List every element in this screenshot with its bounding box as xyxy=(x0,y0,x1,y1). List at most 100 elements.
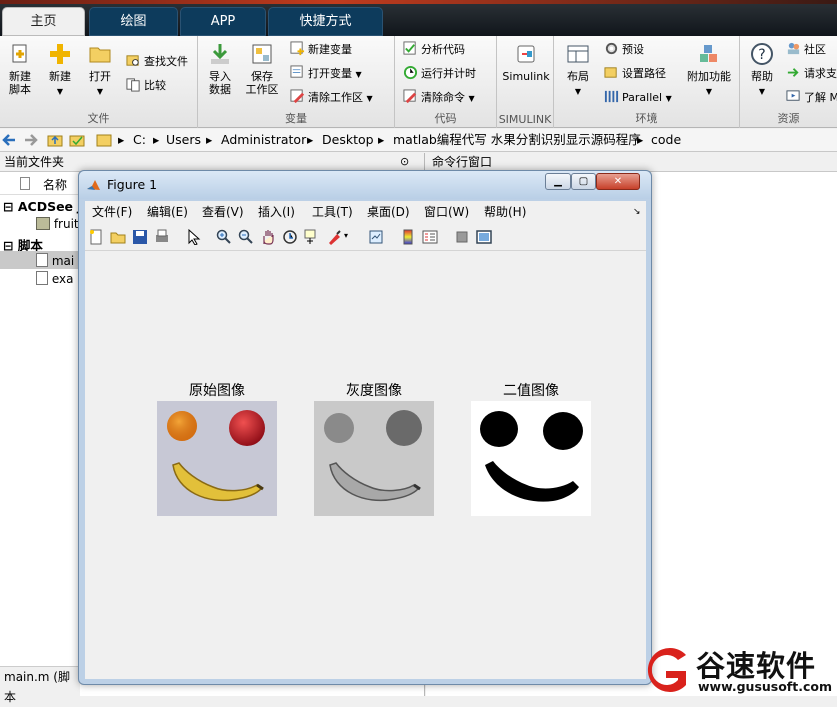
list-item[interactable]: fruit xyxy=(36,217,79,231)
figure-window[interactable]: Figure 1 ▁ ▢ ✕ 文件(F) 编辑(E) 查看(V) 插入(I) 工… xyxy=(78,170,652,685)
simulink-section-label: SIMULINK xyxy=(498,113,552,126)
breadcrumb-item[interactable]: C: xyxy=(133,129,146,151)
add-ons-button[interactable]: 附加功能 ▼ xyxy=(684,42,734,98)
rotate-icon[interactable] xyxy=(282,229,298,245)
list-item[interactable]: mai xyxy=(36,253,74,268)
show-plot-tools-icon[interactable] xyxy=(476,229,492,245)
list-item[interactable]: exa xyxy=(36,271,73,286)
open-file-icon[interactable] xyxy=(110,229,126,245)
folder-icon xyxy=(89,47,111,63)
browse-folder-icon[interactable] xyxy=(69,132,85,148)
open-variable-button[interactable]: 打开变量 ▼ xyxy=(290,64,362,84)
open-button[interactable]: 打开 ▼ xyxy=(80,42,120,98)
analyze-code-button[interactable]: 分析代码 xyxy=(403,40,465,60)
run-and-time-button[interactable]: 运行并计时 xyxy=(403,64,476,84)
parallel-button[interactable]: Parallel ▼ xyxy=(604,88,672,108)
menu-tools[interactable]: 工具(T) xyxy=(312,201,353,223)
chevron-down-icon: ▼ xyxy=(96,87,104,96)
new-variable-button[interactable]: 新建变量 xyxy=(290,40,352,60)
pointer-icon[interactable] xyxy=(186,229,202,245)
maximize-button[interactable]: ▢ xyxy=(571,173,596,190)
menu-edit[interactable]: 编辑(E) xyxy=(147,201,188,223)
menu-dock-icon[interactable]: ↘ xyxy=(633,201,641,223)
back-arrow-icon[interactable] xyxy=(2,133,16,147)
tab-shortcuts[interactable]: 快捷方式 xyxy=(268,7,383,36)
subplot-title-binary: 二值图像 xyxy=(503,383,559,399)
menu-desktop[interactable]: 桌面(D) xyxy=(367,201,410,223)
menu-window[interactable]: 窗口(W) xyxy=(424,201,469,223)
new-script-button[interactable]: 新建 脚本 xyxy=(0,42,40,96)
close-button[interactable]: ✕ xyxy=(596,173,640,190)
import-data-button[interactable]: 导入 数据 xyxy=(200,42,240,96)
colorbar-icon[interactable] xyxy=(400,229,416,245)
new-button[interactable]: 新建 ▼ xyxy=(40,42,80,98)
breadcrumb-separator: ▸ xyxy=(206,132,213,147)
subplot-title-original: 原始图像 xyxy=(189,383,245,399)
figure-title-bar[interactable]: Figure 1 ▁ ▢ ✕ xyxy=(79,171,651,199)
chevron-down-icon: ▼ xyxy=(705,87,713,96)
community-button[interactable]: 社区 xyxy=(786,40,826,60)
link-plot-icon[interactable] xyxy=(368,229,384,245)
pan-icon[interactable] xyxy=(260,229,276,245)
tab-home[interactable]: 主页 xyxy=(2,7,85,36)
data-cursor-icon[interactable] xyxy=(304,229,320,245)
set-path-button[interactable]: 设置路径 xyxy=(604,64,666,84)
compare-button[interactable]: 比较 xyxy=(126,76,166,96)
breadcrumb-item[interactable]: matlab编程代写 水果分割识别显示源码程序 xyxy=(393,129,641,151)
tab-apps[interactable]: APP xyxy=(180,7,266,36)
set-path-label: 设置路径 xyxy=(622,67,666,80)
open-variable-icon xyxy=(290,65,303,78)
collapse-icon[interactable]: ⊟ xyxy=(3,199,13,214)
new-script-icon xyxy=(12,44,27,63)
logo-url: www.gususoft.com xyxy=(698,679,832,694)
save-workspace-button[interactable]: 保存 工作区 xyxy=(242,42,282,96)
brush-icon[interactable] xyxy=(326,229,342,245)
file-section-label: 文件 xyxy=(87,112,110,125)
preferences-button[interactable]: 预设 xyxy=(604,40,644,60)
menu-help[interactable]: 帮助(H) xyxy=(484,201,526,223)
menu-view[interactable]: 查看(V) xyxy=(202,201,244,223)
variable-section-label: 变量 xyxy=(285,112,307,125)
name-column-header[interactable]: 名称 xyxy=(43,176,67,193)
breadcrumb-item[interactable]: code xyxy=(651,129,681,151)
breadcrumb-item[interactable]: Users xyxy=(166,129,201,151)
request-support-button[interactable]: 请求支 xyxy=(786,64,837,84)
clear-workspace-button[interactable]: 清除工作区 ▼ xyxy=(290,88,373,108)
new-label: 新建 xyxy=(49,70,71,83)
panel-menu-icon[interactable]: ⊙ xyxy=(400,155,409,168)
clear-commands-button[interactable]: 清除命令 ▼ xyxy=(403,88,475,108)
up-folder-icon[interactable] xyxy=(47,132,63,148)
layout-label: 布局 xyxy=(567,70,589,83)
chevron-down-icon[interactable]: ▾ xyxy=(344,231,348,240)
ribbon-tab-bar: 主页 绘图 APP 快捷方式 xyxy=(0,0,837,36)
help-button[interactable]: ? 帮助 ▼ xyxy=(742,42,782,98)
plus-icon xyxy=(50,44,70,64)
menu-insert[interactable]: 插入(I) xyxy=(258,201,295,223)
layout-button[interactable]: 布局 ▼ xyxy=(558,42,598,98)
compare-icon xyxy=(126,78,140,92)
find-files-button[interactable]: 查找文件 xyxy=(126,52,188,72)
forward-arrow-icon[interactable] xyxy=(24,133,38,147)
legend-icon[interactable] xyxy=(422,229,438,245)
tab-plots[interactable]: 绘图 xyxy=(89,7,178,36)
zoom-in-icon[interactable] xyxy=(216,229,232,245)
breadcrumb-item[interactable]: Desktop xyxy=(322,129,374,151)
group-label: ACDSee J xyxy=(17,199,83,214)
breadcrumb-item[interactable]: Administrator xyxy=(221,129,306,151)
print-icon[interactable] xyxy=(154,229,170,245)
preferences-label: 预设 xyxy=(622,43,644,56)
file-group-acdsee[interactable]: ⊟ ACDSee J xyxy=(3,199,82,214)
menu-file[interactable]: 文件(F) xyxy=(92,201,132,223)
figure-canvas[interactable]: 原始图像 灰度图像 二值图像 xyxy=(85,251,646,679)
simulink-button[interactable]: Simulink xyxy=(499,42,553,83)
environment-section: 布局 ▼ 预设 设置路径 Parallel ▼ 附加功能 ▼ 环境 xyxy=(554,36,740,128)
address-bar: ▸ C: ▸ Users ▸ Administrator ▸ Desktop ▸… xyxy=(0,129,837,152)
new-figure-icon[interactable] xyxy=(88,229,104,245)
breadcrumb-separator: ▸ xyxy=(118,132,125,147)
parallel-icon xyxy=(604,90,619,103)
zoom-out-icon[interactable] xyxy=(238,229,254,245)
minimize-button[interactable]: ▁ xyxy=(545,173,571,190)
learn-matlab-button[interactable]: 了解 M xyxy=(786,88,837,108)
hide-plot-tools-icon[interactable] xyxy=(454,229,470,245)
save-icon[interactable] xyxy=(132,229,148,245)
